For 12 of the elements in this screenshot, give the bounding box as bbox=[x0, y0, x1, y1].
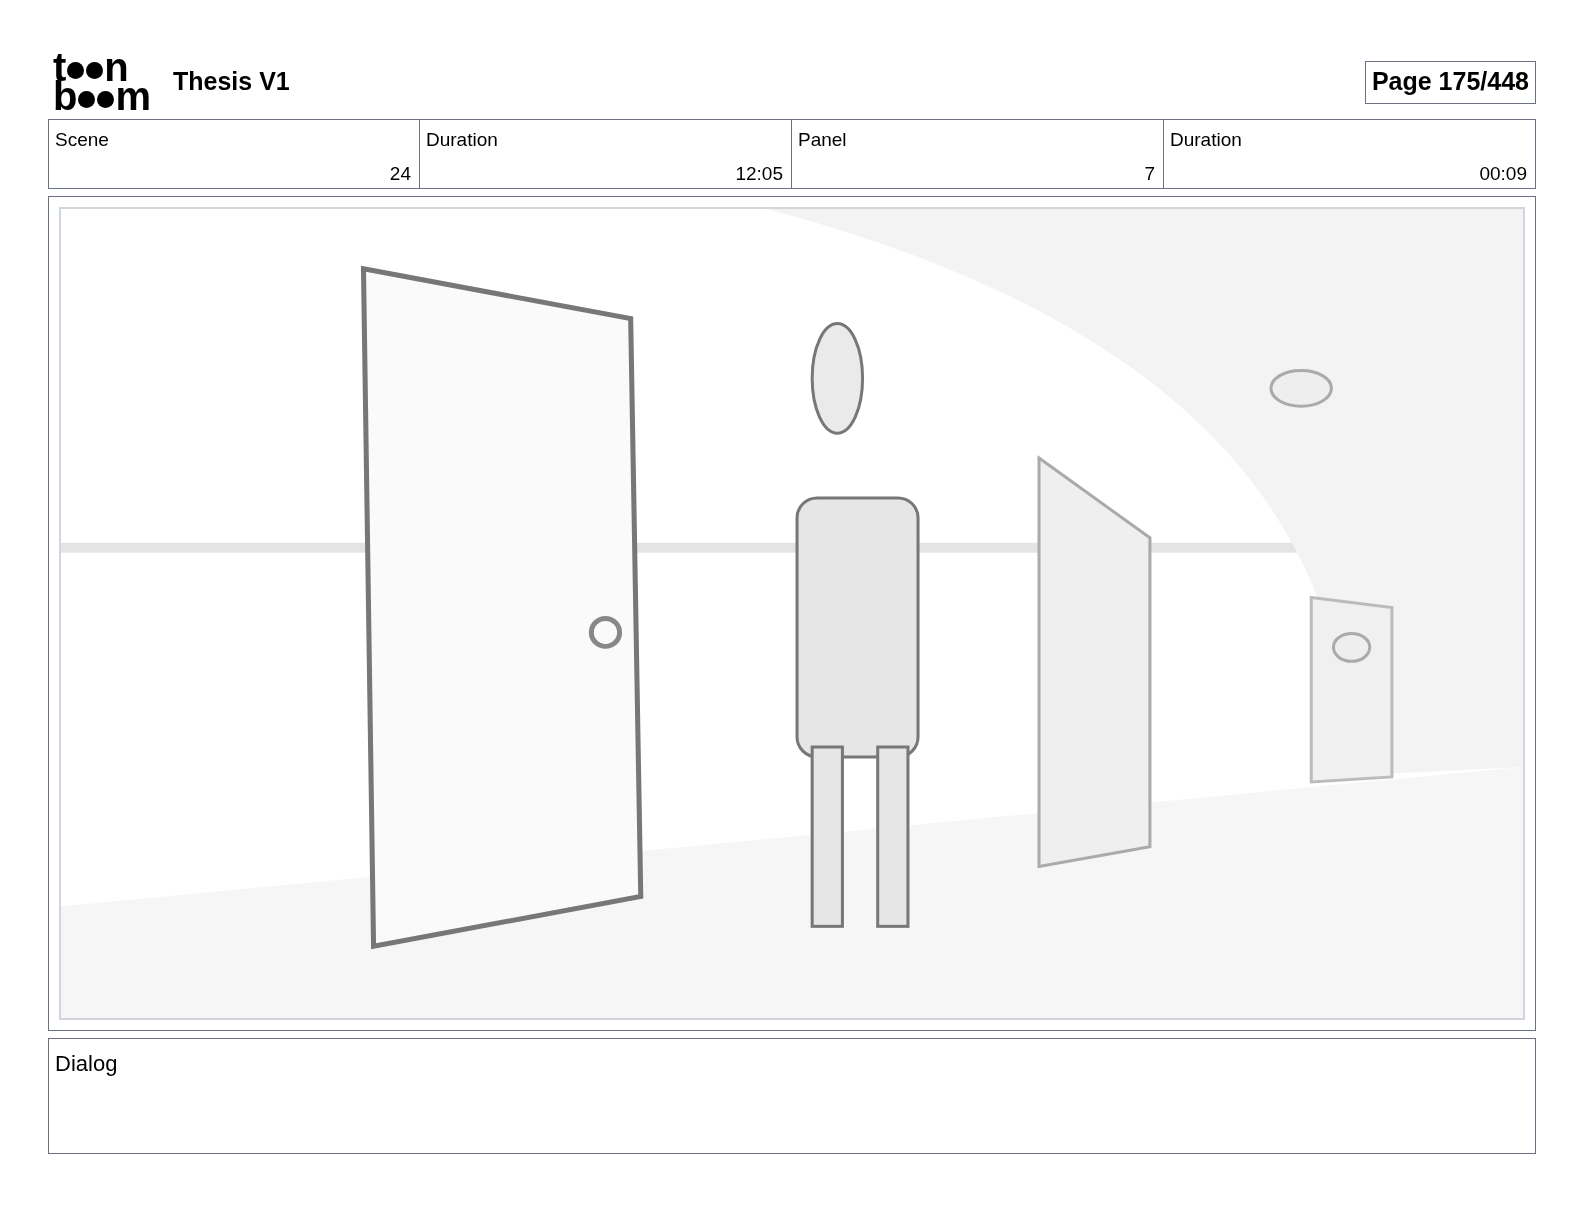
column-header: Panel bbox=[798, 128, 847, 152]
document-title: Thesis V1 bbox=[173, 66, 290, 98]
cell-value: 24 bbox=[389, 161, 411, 186]
column-header: Duration bbox=[426, 128, 498, 152]
cell-value: 7 bbox=[1144, 161, 1155, 186]
cell-value: 00:09 bbox=[1479, 161, 1527, 186]
cell-value: 12:05 bbox=[735, 161, 783, 186]
dialog-label: Dialog bbox=[55, 1051, 118, 1076]
column-header: Duration bbox=[1170, 128, 1242, 152]
column-header: Scene bbox=[55, 128, 109, 152]
page-number: Page 175/448 bbox=[1364, 60, 1536, 104]
logo: t n b m bbox=[53, 53, 151, 111]
